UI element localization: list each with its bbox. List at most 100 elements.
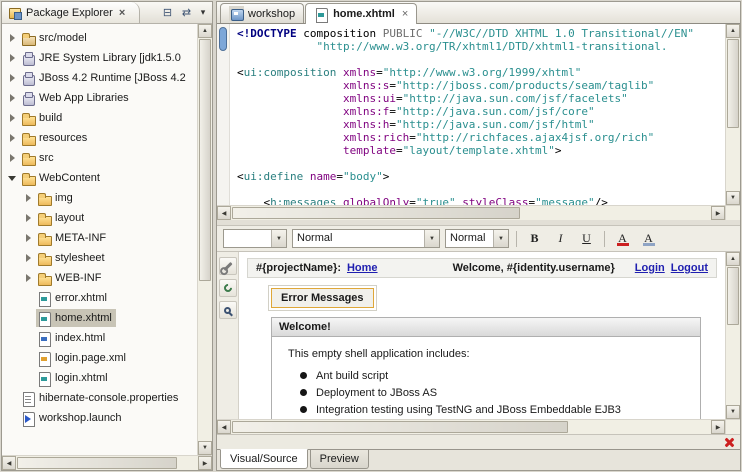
tree-expander-icon[interactable] bbox=[5, 31, 20, 46]
scrollbar-thumb[interactable] bbox=[17, 457, 177, 469]
chevron-down-icon[interactable]: ▼ bbox=[271, 230, 286, 247]
bold-button[interactable]: B bbox=[524, 229, 545, 248]
tab-home-xhtml[interactable]: home.xhtml × bbox=[305, 3, 417, 24]
chevron-down-icon[interactable]: ▼ bbox=[493, 230, 508, 247]
tree-item-login-xhtml[interactable]: login.xhtml bbox=[2, 368, 197, 388]
scroll-up-icon[interactable]: ▲ bbox=[198, 24, 212, 38]
tree-item-stylesheet[interactable]: stylesheet bbox=[2, 248, 197, 268]
tree-expander-icon[interactable] bbox=[5, 71, 20, 86]
tree-item-error-xhtml[interactable]: error.xhtml bbox=[2, 288, 197, 308]
home-link[interactable]: Home bbox=[347, 262, 378, 274]
scrollbar-thumb[interactable] bbox=[727, 267, 739, 325]
tree-item-resources[interactable]: resources bbox=[2, 128, 197, 148]
chevron-down-icon[interactable]: ▼ bbox=[424, 230, 439, 247]
highlight-color-button[interactable]: A bbox=[638, 229, 659, 248]
tab-visual-source[interactable]: Visual/Source bbox=[220, 449, 308, 469]
scrollbar-track[interactable] bbox=[726, 266, 740, 405]
tree-expander-icon[interactable] bbox=[21, 231, 36, 246]
tree-item-img[interactable]: img bbox=[2, 188, 197, 208]
tree-item-login-page-xml[interactable]: login.page.xml bbox=[2, 348, 197, 368]
canvas-vertical-scrollbar[interactable]: ▲ ▼ bbox=[725, 252, 740, 419]
package-explorer-view-tab[interactable]: Package Explorer × bbox=[2, 2, 140, 23]
tree-expander-icon[interactable] bbox=[21, 191, 36, 206]
tab-preview[interactable]: Preview bbox=[310, 450, 369, 469]
annotation-ruler[interactable] bbox=[217, 24, 230, 205]
tree-expander-icon[interactable] bbox=[5, 131, 20, 146]
zoom-icon[interactable] bbox=[219, 301, 237, 319]
tree-item-index-html[interactable]: index.html bbox=[2, 328, 197, 348]
tree-expander-icon[interactable] bbox=[5, 111, 20, 126]
tree-expander-icon[interactable] bbox=[5, 151, 20, 166]
italic-button[interactable]: I bbox=[550, 229, 571, 248]
tree-item-src[interactable]: src bbox=[2, 148, 197, 168]
tree-item-jre-system-library-jdk1-5-0[interactable]: JRE System Library [jdk1.5.0 bbox=[2, 48, 197, 68]
tree-item-label: resources bbox=[39, 132, 87, 144]
scrollbar-track[interactable] bbox=[16, 456, 198, 470]
tree-horizontal-scrollbar[interactable]: ◀ ▶ bbox=[2, 455, 212, 470]
scroll-down-icon[interactable]: ▼ bbox=[726, 405, 740, 419]
tree-expander-icon[interactable] bbox=[5, 91, 20, 106]
tree-item-build[interactable]: build bbox=[2, 108, 197, 128]
scroll-left-icon[interactable]: ◀ bbox=[217, 206, 231, 220]
folder-icon bbox=[37, 191, 52, 206]
canvas-horizontal-scrollbar[interactable]: ◀ ▶ bbox=[217, 419, 740, 434]
refresh-icon[interactable] bbox=[219, 279, 237, 297]
scrollbar-track[interactable] bbox=[231, 206, 711, 220]
tree-expander-icon[interactable] bbox=[5, 171, 20, 186]
tree-item-home-xhtml[interactable]: home.xhtml bbox=[2, 308, 197, 328]
tree-item-label: login.page.xml bbox=[55, 352, 126, 364]
tree-item-webcontent[interactable]: WebContent bbox=[2, 168, 197, 188]
tree-expander-icon[interactable] bbox=[5, 51, 20, 66]
tree-item-meta-inf[interactable]: META-INF bbox=[2, 228, 197, 248]
scroll-up-icon[interactable]: ▲ bbox=[726, 252, 740, 266]
collapse-all-icon[interactable]: ⊟ bbox=[159, 4, 176, 21]
tree-item-hibernate-console-properties[interactable]: hibernate-console.properties bbox=[2, 388, 197, 408]
tree-expander-icon[interactable] bbox=[21, 251, 36, 266]
view-menu-icon[interactable]: ▾ bbox=[197, 4, 209, 21]
scroll-up-icon[interactable]: ▲ bbox=[726, 24, 740, 38]
scrollbar-track[interactable] bbox=[198, 38, 212, 441]
tab-workshop[interactable]: workshop bbox=[220, 3, 304, 23]
scrollbar-track[interactable] bbox=[231, 420, 711, 434]
tree-expander-icon[interactable] bbox=[21, 211, 36, 226]
editor-vertical-scrollbar[interactable]: ▲ ▼ bbox=[725, 24, 740, 205]
font-size-select[interactable]: Normal ▼ bbox=[445, 229, 509, 248]
scroll-down-icon[interactable]: ▼ bbox=[726, 191, 740, 205]
tree-item-web-app-libraries[interactable]: Web App Libraries bbox=[2, 88, 197, 108]
visual-canvas[interactable]: #{projectName}: Home Welcome, #{identity… bbox=[239, 252, 725, 419]
preferences-icon[interactable] bbox=[219, 257, 237, 275]
scrollbar-thumb[interactable] bbox=[232, 421, 568, 433]
scroll-right-icon[interactable]: ▶ bbox=[711, 420, 725, 434]
font-color-button[interactable]: A bbox=[612, 229, 633, 248]
link-with-editor-icon[interactable]: ⇄ bbox=[178, 4, 195, 21]
tree-item-jboss-4-2-runtime-jboss-4-2[interactable]: JBoss 4.2 Runtime [JBoss 4.2 bbox=[2, 68, 197, 88]
tree-vertical-scrollbar[interactable]: ▲ ▼ bbox=[197, 24, 212, 455]
scroll-right-icon[interactable]: ▶ bbox=[711, 206, 725, 220]
editor-tab-bar: workshop home.xhtml × bbox=[217, 2, 740, 24]
scroll-left-icon[interactable]: ◀ bbox=[2, 456, 16, 470]
tree-item-workshop-launch[interactable]: workshop.launch bbox=[2, 408, 197, 428]
code-content[interactable]: <!DOCTYPE composition PUBLIC "-//W3C//DT… bbox=[230, 24, 725, 205]
block-format-select[interactable]: ▼ bbox=[223, 229, 287, 248]
scroll-down-icon[interactable]: ▼ bbox=[198, 441, 212, 455]
scrollbar-thumb[interactable] bbox=[727, 39, 739, 128]
error-messages-placeholder[interactable]: Error Messages bbox=[271, 288, 374, 308]
scroll-right-icon[interactable]: ▶ bbox=[198, 456, 212, 470]
close-view-icon[interactable]: × bbox=[119, 7, 125, 19]
tree-item-layout[interactable]: layout bbox=[2, 208, 197, 228]
scrollbar-track[interactable] bbox=[726, 38, 740, 191]
bullet-icon bbox=[300, 389, 307, 396]
login-link[interactable]: Login bbox=[635, 262, 665, 274]
tree-item-src-model[interactable]: src/model bbox=[2, 28, 197, 48]
logout-link[interactable]: Logout bbox=[671, 262, 708, 274]
editor-horizontal-scrollbar[interactable]: ◀ ▶ bbox=[217, 205, 740, 220]
scrollbar-thumb[interactable] bbox=[232, 207, 520, 219]
close-tab-icon[interactable]: × bbox=[402, 8, 408, 20]
error-indicator-icon[interactable] bbox=[724, 437, 735, 448]
scrollbar-thumb[interactable] bbox=[199, 39, 211, 281]
tree-item-web-inf[interactable]: WEB-INF bbox=[2, 268, 197, 288]
font-family-select[interactable]: Normal ▼ bbox=[292, 229, 440, 248]
tree-expander-icon[interactable] bbox=[21, 271, 36, 286]
underline-button[interactable]: U bbox=[576, 229, 597, 248]
scroll-left-icon[interactable]: ◀ bbox=[217, 420, 231, 434]
